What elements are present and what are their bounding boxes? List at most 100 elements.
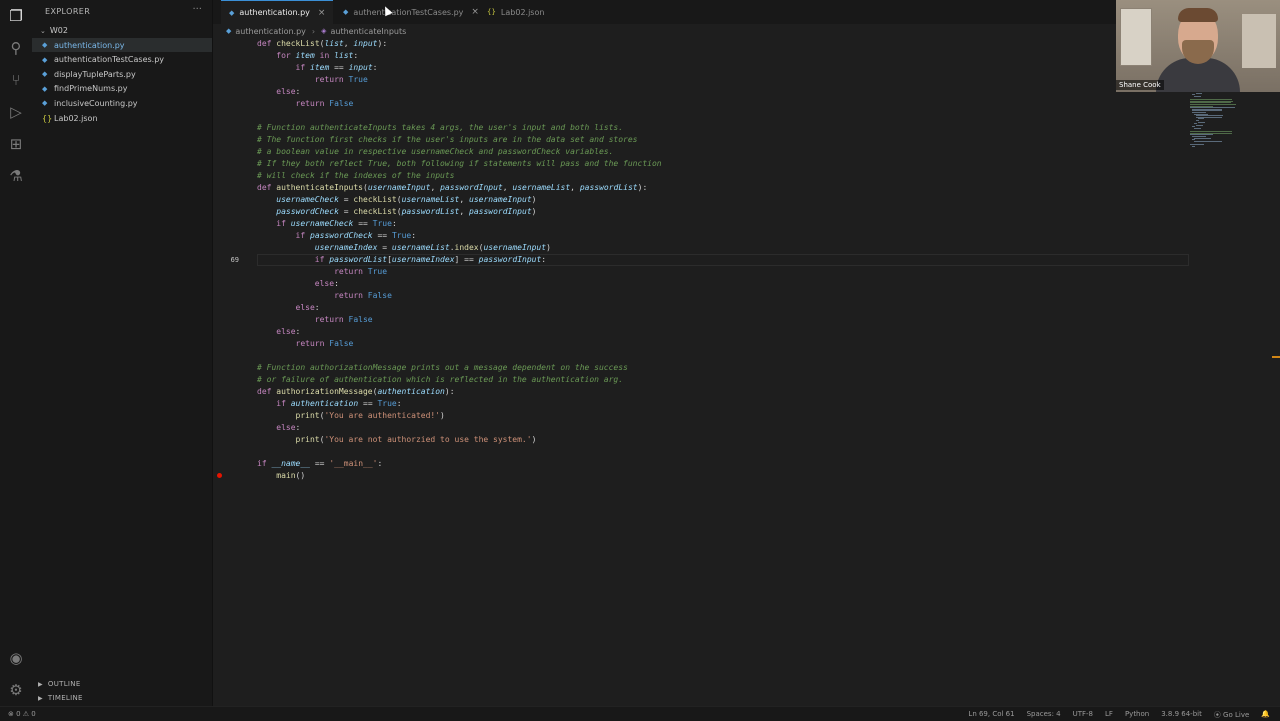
file-item[interactable]: ◆ inclusiveCounting.py — [32, 96, 212, 110]
code-line[interactable]: return False — [257, 338, 354, 350]
code-line[interactable]: usernameIndex = usernameList.index(usern… — [257, 242, 551, 254]
gear-icon[interactable]: ⚙ — [6, 680, 26, 700]
tab-label: authentication.py — [239, 8, 310, 17]
python-file-icon: ◆ — [229, 8, 235, 17]
minimap-line — [1192, 145, 1196, 147]
testing-icon[interactable]: ⚗ — [6, 166, 26, 186]
run-debug-icon[interactable]: ▷ — [6, 102, 26, 122]
code-line[interactable]: print('You are authenticated!') — [257, 410, 445, 422]
close-icon[interactable]: × — [471, 7, 479, 17]
explorer-sidebar: EXPLORER ··· ⌄ W02 ◆ authentication.py ◆ aut… — [32, 0, 213, 706]
code-line[interactable]: def authenticateInputs(usernameInput, pa… — [257, 182, 647, 194]
code-line[interactable]: for item in list: — [257, 50, 358, 62]
code-line[interactable]: else: — [257, 278, 339, 290]
file-item[interactable]: ◆ findPrimeNums.py — [32, 82, 212, 96]
go-live-button[interactable]: ⦿ Go Live — [1214, 710, 1249, 720]
minimap-line — [1194, 128, 1201, 129]
file-item[interactable]: ◆ authentication.py — [32, 38, 212, 52]
end-of-line[interactable]: LF — [1105, 710, 1113, 720]
editor-tab[interactable]: {} Lab02.json — [479, 0, 552, 24]
outline-label: OUTLINE — [47, 680, 81, 688]
code-line[interactable]: else: — [257, 422, 300, 434]
breadcrumb-file[interactable]: authentication.py — [235, 27, 306, 36]
python-file-icon: ◆ — [226, 27, 232, 35]
cursor-position[interactable]: Ln 69, Col 61 — [968, 710, 1014, 720]
minimap-line — [1194, 137, 1212, 139]
explorer-icon[interactable]: ❐ — [6, 6, 26, 26]
wall-picture — [1120, 8, 1152, 66]
code-line[interactable]: print('You are not authorzied to use the… — [257, 434, 537, 446]
editor-tab[interactable]: ◆ authentication.py × — [221, 0, 334, 24]
wall-picture — [1242, 14, 1276, 68]
code-line[interactable]: # If they both reflect True, both follow… — [257, 158, 662, 170]
python-file-icon: ◆ — [42, 99, 48, 108]
code-line[interactable]: else: — [257, 86, 300, 98]
file-item[interactable]: ◆ authenticationTestCases.py — [32, 53, 212, 67]
python-file-icon: ◆ — [42, 41, 48, 49]
problems-indicator[interactable]: ⊗ 0 ⚠ 0 — [8, 710, 36, 718]
account-icon[interactable]: ◉ — [6, 648, 26, 668]
timeline-label: TIMELINE — [47, 694, 83, 702]
code-line[interactable]: else: — [257, 326, 300, 338]
code-line[interactable]: return False — [257, 98, 354, 110]
code-line[interactable]: # or failure of authentication which is … — [257, 374, 623, 386]
editor-tab[interactable]: ◆ authenticationTestCases.py × — [335, 0, 487, 24]
minimap-line — [1194, 140, 1222, 142]
file-item[interactable]: {} Lab02.json — [32, 111, 212, 125]
language-mode[interactable]: Python — [1125, 710, 1149, 720]
extensions-icon[interactable]: ⊞ — [6, 134, 26, 154]
presenter-hair — [1178, 8, 1218, 22]
search-icon[interactable]: ⚲ — [6, 38, 26, 58]
close-icon[interactable]: × — [318, 8, 326, 18]
file-name: displayTupleParts.py — [54, 69, 136, 79]
python-interpreter[interactable]: 3.8.9 64-bit — [1161, 710, 1202, 720]
python-file-icon: ◆ — [343, 8, 349, 16]
bell-icon[interactable]: 🔔 — [1261, 710, 1270, 720]
folder-w02[interactable]: ⌄ W02 — [40, 26, 68, 35]
code-line[interactable]: if passwordList[usernameIndex] == passwo… — [257, 254, 546, 266]
breadcrumb: ◆ authentication.py › ◈ authenticateInpu… — [226, 25, 406, 37]
minimap-line — [1198, 118, 1205, 120]
code-line[interactable]: if passwordCheck == True: — [257, 230, 417, 242]
file-name: authentication.py — [54, 40, 125, 50]
breadcrumb-symbol[interactable]: authenticateInputs — [331, 27, 407, 36]
timeline-section[interactable]: ▶ TIMELINE — [38, 694, 83, 702]
code-line[interactable]: main() — [257, 470, 305, 482]
minimap[interactable] — [1190, 88, 1250, 158]
webcam-overlay: Shane Cook — [1116, 0, 1280, 92]
json-file-icon: {} — [42, 113, 53, 123]
folder-label: W02 — [49, 26, 68, 35]
scrollbar-marker — [1272, 356, 1280, 358]
code-line[interactable]: # Function authorizationMessage prints o… — [257, 362, 628, 374]
minimap-line — [1198, 121, 1205, 123]
encoding[interactable]: UTF-8 — [1073, 710, 1093, 720]
code-line[interactable]: if __name__ == '__main__': — [257, 458, 382, 470]
code-line[interactable]: # will check if the indexes of the input… — [257, 170, 454, 182]
breakpoint-icon[interactable] — [217, 473, 222, 478]
outline-section[interactable]: ▶ OUTLINE — [38, 680, 81, 688]
code-line[interactable]: # a boolean value in respective username… — [257, 146, 613, 158]
code-line[interactable]: return True — [257, 266, 387, 278]
code-line[interactable]: if authentication == True: — [257, 398, 401, 410]
python-file-icon: ◆ — [42, 70, 48, 79]
code-line[interactable]: return False — [257, 290, 392, 302]
code-line[interactable]: if item == input: — [257, 62, 378, 74]
more-actions-icon[interactable]: ··· — [192, 4, 202, 15]
file-name: authenticationTestCases.py — [54, 55, 165, 65]
python-file-icon: ◆ — [42, 84, 48, 93]
code-line[interactable]: def authorizationMessage(authentication)… — [257, 386, 455, 398]
code-line[interactable]: else: — [257, 302, 320, 314]
file-item[interactable]: ◆ displayTupleParts.py — [32, 67, 212, 81]
code-editor[interactable]: def checkList(list, input): for item in … — [213, 38, 1203, 706]
source-control-icon[interactable]: ⑂ — [6, 70, 26, 90]
code-line[interactable]: def checkList(list, input): — [257, 38, 387, 50]
code-line[interactable]: # The function first checks if the user'… — [257, 134, 638, 146]
code-line[interactable]: return True — [257, 74, 368, 86]
code-line[interactable]: return False — [257, 314, 373, 326]
code-line[interactable]: usernameCheck = checkList(usernameList, … — [257, 194, 536, 206]
code-line[interactable]: if usernameCheck == True: — [257, 218, 397, 230]
indentation[interactable]: Spaces: 4 — [1027, 710, 1061, 720]
explorer-title: EXPLORER — [45, 7, 91, 16]
code-line[interactable]: passwordCheck = checkList(passwordList, … — [257, 206, 536, 218]
code-line[interactable]: # Function authenticateInputs takes 4 ar… — [257, 122, 623, 134]
